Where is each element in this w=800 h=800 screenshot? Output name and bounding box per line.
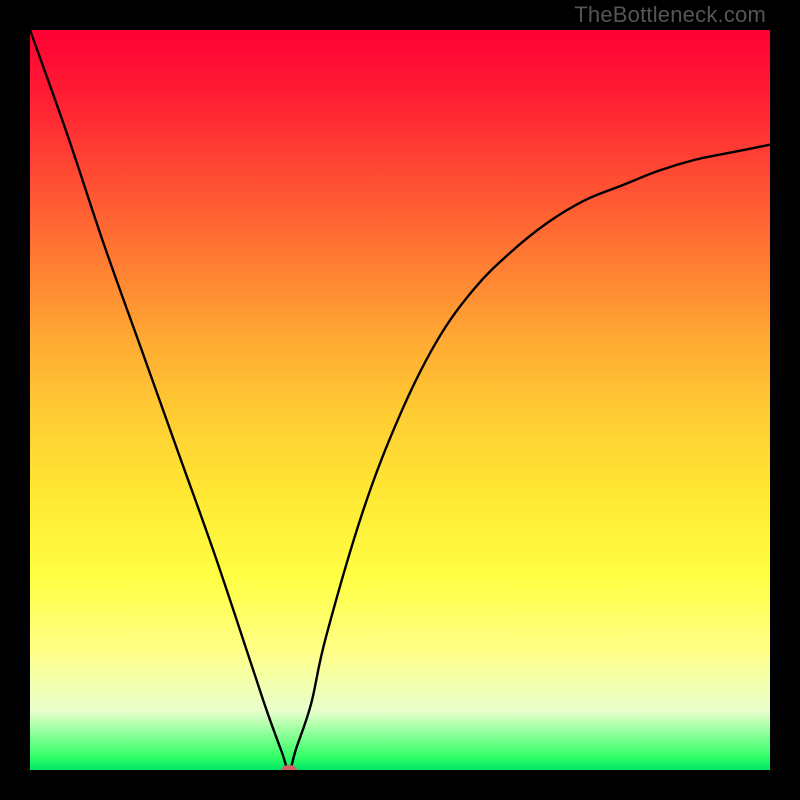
watermark-text: TheBottleneck.com [574, 2, 766, 28]
bottleneck-curve [30, 30, 770, 770]
chart-container: TheBottleneck.com [0, 0, 800, 800]
curve-svg [30, 30, 770, 770]
plot-area [30, 30, 770, 770]
minimum-marker [281, 765, 297, 770]
